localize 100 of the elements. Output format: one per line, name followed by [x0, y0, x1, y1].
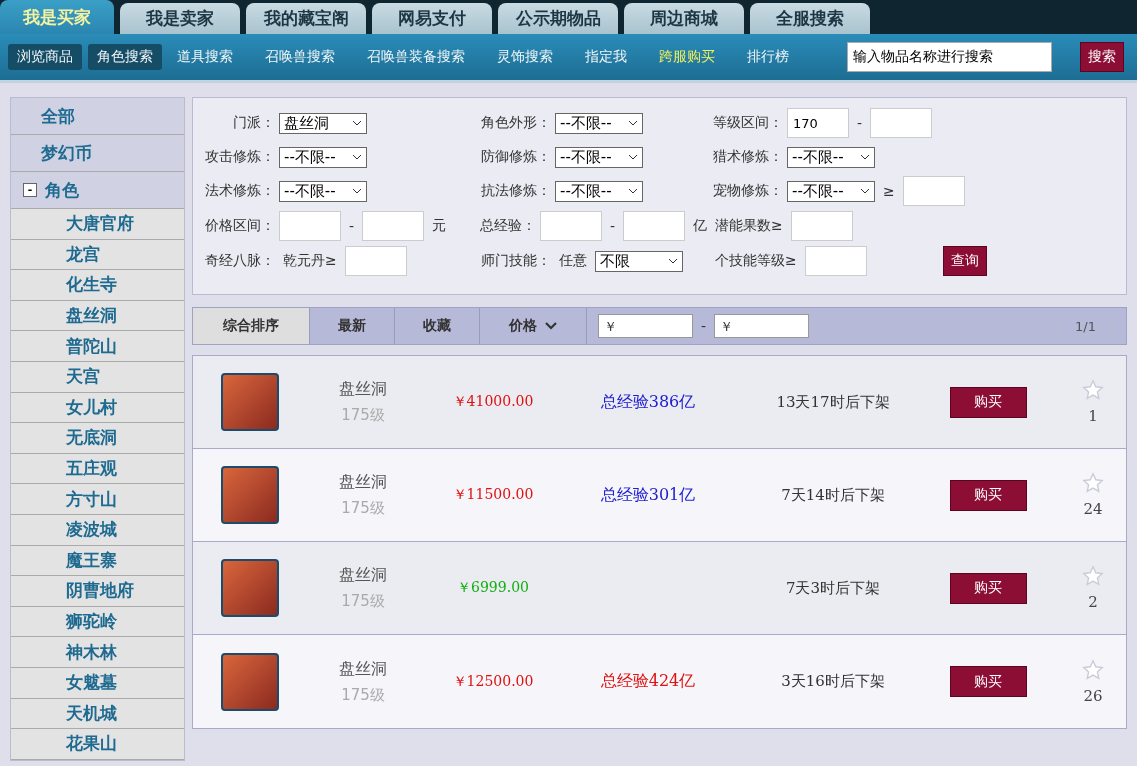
- input-field[interactable]: 170: [787, 108, 849, 138]
- category-subitem[interactable]: 天宫: [11, 361, 184, 393]
- select-field[interactable]: --不限--: [555, 146, 643, 168]
- category-subitem[interactable]: 大唐官府: [11, 209, 184, 240]
- select-field[interactable]: 盘丝洞: [279, 112, 367, 134]
- price-text: ￥12500.00: [452, 672, 534, 691]
- select-field[interactable]: 不限: [595, 250, 683, 272]
- input-field[interactable]: [344, 246, 407, 276]
- category-subitem[interactable]: 女魃墓: [11, 667, 184, 699]
- caret-icon: [352, 188, 362, 194]
- nav-link[interactable]: 召唤兽搜索: [256, 44, 344, 70]
- select-field[interactable]: --不限--: [555, 112, 643, 134]
- filter-label: 宠物修炼：: [712, 182, 783, 200]
- category-subitem[interactable]: 天机城: [11, 698, 184, 730]
- caret-icon: [545, 322, 557, 330]
- category-item[interactable]: 全部: [11, 98, 184, 135]
- select-field[interactable]: --不限--: [279, 180, 367, 202]
- nav-link[interactable]: 召唤兽装备搜索: [358, 44, 474, 70]
- top-tab[interactable]: 全服搜索: [750, 3, 870, 34]
- top-tab[interactable]: 周边商城: [624, 3, 744, 34]
- sort-tab[interactable]: 价格: [480, 308, 587, 344]
- buy-button[interactable]: 购买: [949, 666, 1027, 697]
- experience-text: 总经验301亿: [600, 484, 696, 506]
- nav-link[interactable]: 角色搜索: [88, 44, 162, 70]
- filter-label: 法术修炼：: [204, 182, 275, 200]
- filter-label: 角色外形：: [480, 114, 551, 132]
- filter-text: 潜能果数≥: [715, 217, 783, 235]
- nav-link[interactable]: 灵饰搜索: [488, 44, 562, 70]
- category-subitem[interactable]: 龙宫: [11, 239, 184, 271]
- buy-button[interactable]: 购买: [949, 479, 1027, 511]
- filter-label: 攻击修炼：: [204, 148, 275, 166]
- filter-text: 亿: [693, 217, 707, 235]
- category-item[interactable]: - 角色: [11, 172, 184, 209]
- price-text: ￥11500.00: [452, 486, 534, 504]
- price-max-field[interactable]: ￥: [714, 314, 810, 338]
- sort-tab[interactable]: 综合排序: [193, 308, 310, 344]
- caret-icon: [860, 154, 870, 160]
- category-subitem[interactable]: 方寸山: [11, 484, 184, 515]
- category-subitem[interactable]: 无底洞: [11, 423, 184, 454]
- top-tab[interactable]: 公示期物品: [498, 3, 618, 34]
- star-icon[interactable]: [1082, 565, 1104, 587]
- top-tab[interactable]: 我是卖家: [120, 3, 240, 34]
- category-subitem[interactable]: 魔王寨: [11, 545, 184, 577]
- input-field[interactable]: [790, 211, 853, 241]
- time-left-text: 7天3时后下架: [785, 578, 881, 598]
- search-button[interactable]: 搜索: [1080, 42, 1124, 72]
- level-text: 175级: [341, 499, 385, 518]
- category-subitem[interactable]: 花果山: [11, 729, 184, 760]
- nav-link[interactable]: 排行榜: [738, 44, 798, 70]
- select-field[interactable]: --不限--: [787, 180, 875, 202]
- search-field[interactable]: 输入物品名称进行搜索: [847, 42, 1052, 72]
- top-tab[interactable]: 网易支付: [372, 3, 492, 34]
- sort-tab[interactable]: 最新: [310, 308, 395, 344]
- category-subitem[interactable]: 阴曹地府: [11, 576, 184, 607]
- category-subitem[interactable]: 女儿村: [11, 392, 184, 424]
- avatar-placeholder: [221, 466, 279, 524]
- select-field[interactable]: --不限--: [279, 146, 367, 168]
- star-icon[interactable]: [1082, 379, 1104, 401]
- input-field[interactable]: [362, 211, 425, 241]
- buy-button[interactable]: 购买: [949, 386, 1027, 418]
- query-button[interactable]: 查询: [942, 246, 987, 276]
- time-left-text: 7天14时后下架: [781, 485, 885, 505]
- nav-link[interactable]: 指定我: [576, 44, 636, 70]
- select-field[interactable]: --不限--: [787, 146, 875, 168]
- input-field[interactable]: [902, 176, 965, 206]
- page-indicator: 1/1: [1075, 318, 1096, 334]
- star-icon[interactable]: [1082, 658, 1104, 681]
- input-field[interactable]: [623, 211, 685, 241]
- nav-link[interactable]: 道具搜索: [168, 44, 242, 70]
- category-item[interactable]: 梦幻币: [11, 135, 184, 172]
- caret-icon: [860, 188, 870, 194]
- school-name: 盘丝洞: [339, 472, 387, 493]
- category-subitem[interactable]: 神木林: [11, 637, 184, 668]
- star-icon[interactable]: [1082, 472, 1104, 494]
- category-subitem[interactable]: 化生寺: [11, 270, 184, 301]
- buy-button[interactable]: 购买: [949, 572, 1027, 604]
- range-dash: -: [701, 318, 707, 334]
- time-left-text: 3天16时后下架: [781, 672, 885, 691]
- nav-link[interactable]: 浏览商品: [8, 44, 82, 70]
- category-subitem[interactable]: 普陀山: [11, 331, 184, 362]
- price-min-field[interactable]: ￥: [598, 314, 693, 338]
- experience-text: 总经验424亿: [600, 671, 696, 692]
- filter-label: 师门技能：: [480, 252, 551, 270]
- collapse-toggle[interactable]: -: [23, 183, 37, 197]
- category-subitem[interactable]: 狮驼岭: [11, 606, 184, 638]
- input-field[interactable]: [870, 108, 933, 138]
- filter-text: -: [349, 218, 355, 234]
- category-subitem[interactable]: 凌波城: [11, 514, 184, 546]
- category-subitem[interactable]: 盘丝洞: [11, 300, 184, 332]
- nav-link[interactable]: 跨服购买: [650, 44, 724, 70]
- top-tab[interactable]: 我的藏宝阁: [246, 3, 366, 34]
- input-field[interactable]: [539, 211, 602, 241]
- select-field[interactable]: --不限--: [555, 180, 643, 202]
- input-field[interactable]: [279, 211, 341, 241]
- school-name: 盘丝洞: [339, 379, 387, 400]
- school-name: 盘丝洞: [339, 565, 387, 586]
- category-subitem[interactable]: 五庄观: [11, 453, 184, 485]
- input-field[interactable]: [804, 246, 867, 276]
- favorite-count: 2: [1088, 593, 1098, 611]
- sort-tab[interactable]: 收藏: [395, 308, 480, 344]
